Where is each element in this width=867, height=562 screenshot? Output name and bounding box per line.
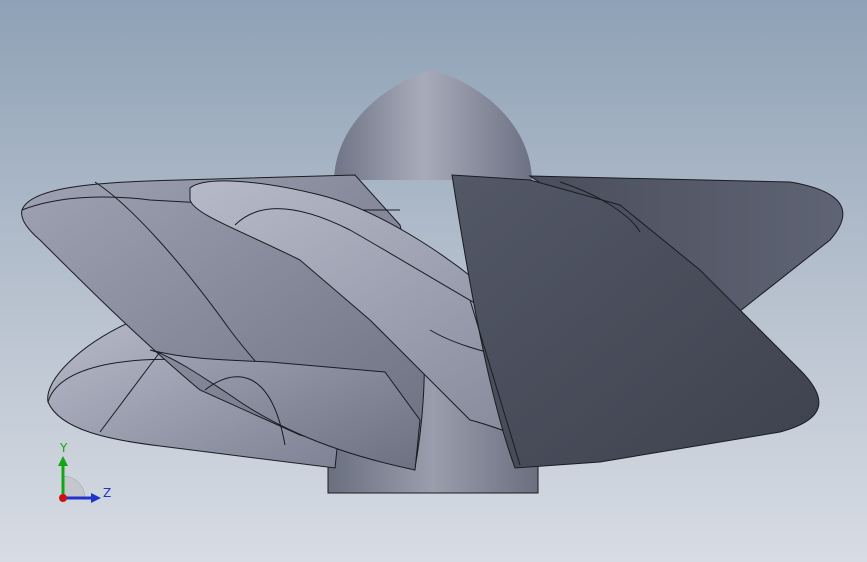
nose-cone [334, 70, 532, 180]
model-view[interactable] [0, 0, 867, 562]
y-axis-label: Y [59, 441, 68, 455]
3d-viewport[interactable]: Y Z [0, 0, 867, 562]
triad-quadrant [62, 475, 86, 499]
x-axis-origin [59, 494, 67, 502]
z-arrow [91, 493, 101, 503]
z-axis-label: Z [103, 486, 111, 500]
axis-triad: Y Z [58, 441, 111, 503]
y-arrow [58, 456, 68, 466]
